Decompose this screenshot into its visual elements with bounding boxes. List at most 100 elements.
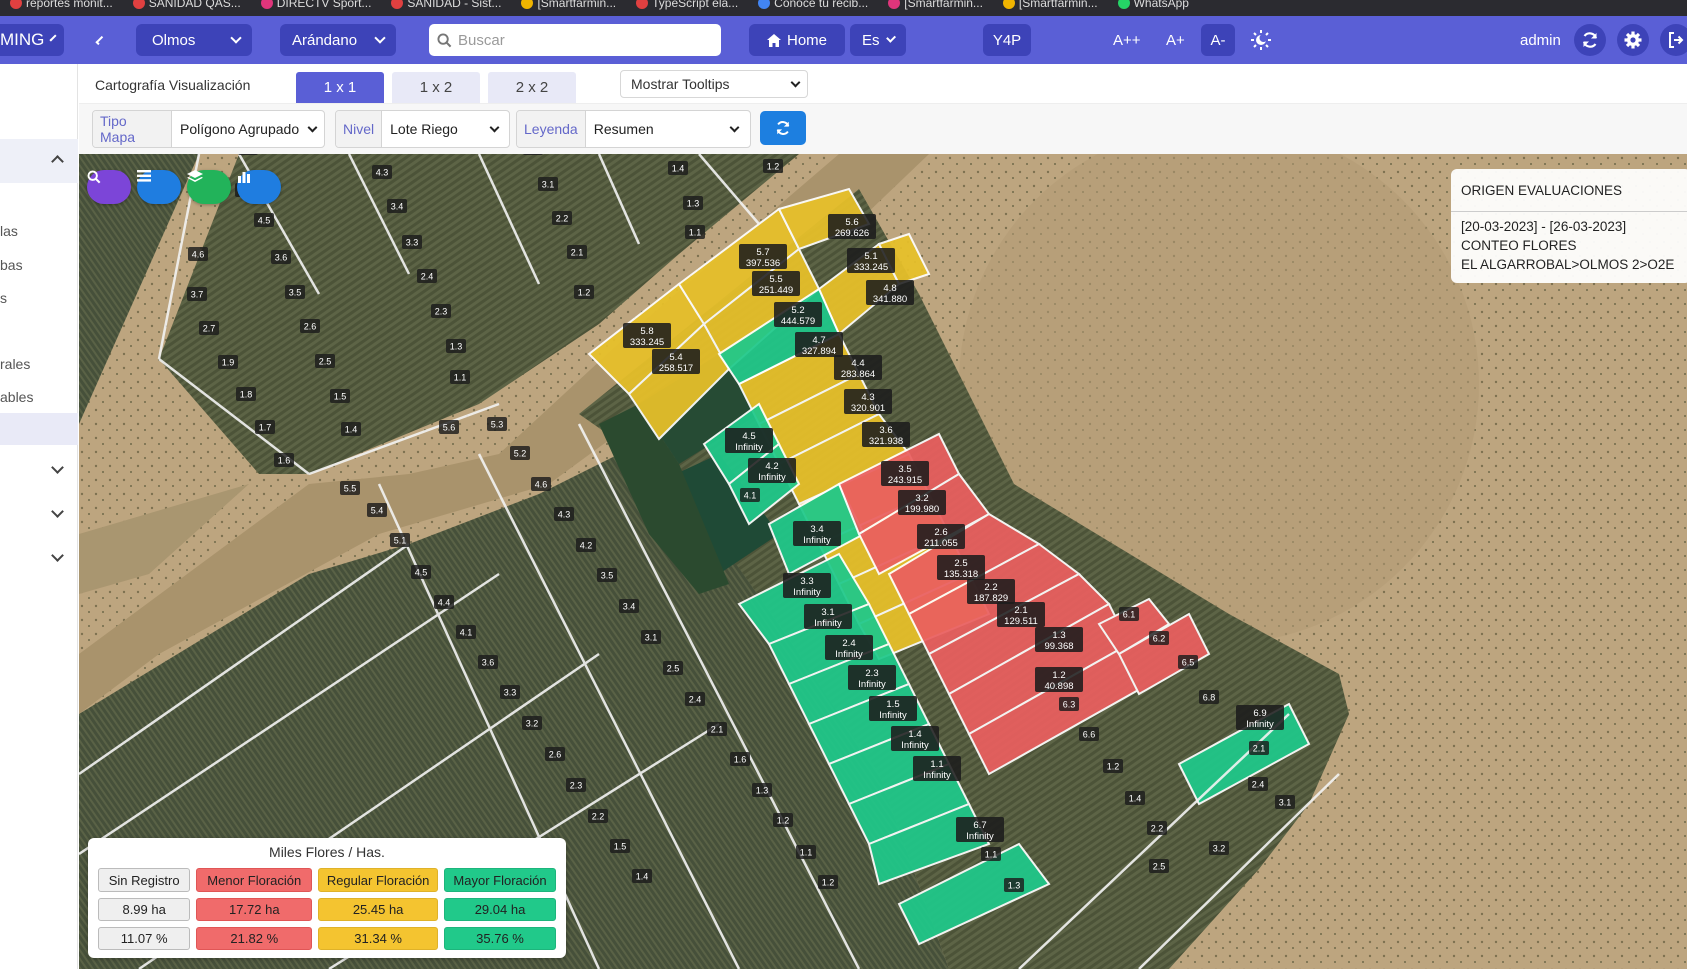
map-list-button[interactable] <box>137 170 181 204</box>
lot-id-label[interactable]: 4.4 <box>434 595 454 609</box>
lot-value-label[interactable]: 3.6321.938 <box>862 422 910 447</box>
search-input[interactable] <box>458 31 708 49</box>
lot-value-label[interactable]: 5.1333.245 <box>847 248 895 273</box>
lot-id-label[interactable]: 2.6 <box>300 319 320 333</box>
lot-id-label[interactable]: 5.3 <box>487 417 507 431</box>
lot-id-label[interactable]: 6.5 <box>1178 655 1198 669</box>
lot-id-label[interactable]: 5.2 <box>510 446 530 460</box>
lot-id-label[interactable]: 2.1 <box>567 245 587 259</box>
lot-id-label[interactable]: 3.1 <box>1275 795 1295 809</box>
lot-value-label[interactable]: 2.5135.318 <box>937 555 985 580</box>
lot-id-label[interactable]: 3.2 <box>1209 841 1229 855</box>
lot-id-label[interactable]: 6.2 <box>1149 631 1169 645</box>
lot-id-label[interactable]: 2.3 <box>566 778 586 792</box>
lot-id-label[interactable]: 2.5 <box>663 661 683 675</box>
lot-value-label[interactable]: 6.7Infinity <box>956 817 1004 842</box>
lot-id-label[interactable]: 2.5 <box>315 354 335 368</box>
lot-id-label[interactable]: 3.2 <box>522 716 542 730</box>
lot-id-label[interactable]: 3.4 <box>619 599 639 613</box>
chevron-down-icon[interactable] <box>51 549 64 562</box>
lot-id-label[interactable]: 1.2 <box>1103 759 1123 773</box>
lot-id-label[interactable]: 1.1 <box>981 847 1001 861</box>
lot-id-label[interactable]: 5.1 <box>390 533 410 547</box>
lot-id-label[interactable]: 1.5 <box>610 839 630 853</box>
lot-id-label[interactable]: 1.3 <box>683 196 703 210</box>
settings-button[interactable] <box>1617 24 1649 56</box>
lot-id-label[interactable]: 1.9 <box>218 355 238 369</box>
lot-value-label[interactable]: 4.3320.901 <box>844 389 892 414</box>
lot-id-label[interactable]: 1.8 <box>236 387 256 401</box>
lot-id-label[interactable]: 3.3 <box>500 685 520 699</box>
lot-id-label[interactable]: 1.3 <box>446 339 466 353</box>
lot-id-label[interactable]: 4.2 <box>576 538 596 552</box>
lot-value-label[interactable]: 2.3Infinity <box>848 665 896 690</box>
lot-id-label[interactable]: 1.1 <box>450 370 470 384</box>
lot-value-label[interactable]: 3.4Infinity <box>793 521 841 546</box>
bookmark-item[interactable]: reportes monit... <box>0 0 123 10</box>
tab-2x2[interactable]: 2 x 2 <box>488 72 576 103</box>
map-chart-button[interactable] <box>237 170 281 204</box>
chevron-down-icon[interactable] <box>51 505 64 518</box>
lot-id-label[interactable]: 2.4 <box>417 269 437 283</box>
lot-value-label[interactable]: 5.7397.536 <box>739 244 787 269</box>
lot-id-label[interactable]: 3.6 <box>478 655 498 669</box>
collapse-sidebar-button[interactable] <box>82 24 114 56</box>
lot-id-label[interactable]: 4.3 <box>372 165 392 179</box>
refresh-map-button[interactable] <box>760 111 806 145</box>
bookmark-item[interactable]: [Smartfarmin... <box>878 0 993 10</box>
y4p-button[interactable]: Y4P <box>983 24 1031 56</box>
lot-value-label[interactable]: 1.4Infinity <box>891 726 939 751</box>
tab-1x2[interactable]: 1 x 2 <box>392 72 480 103</box>
font-size-l-button[interactable]: A+ <box>1166 32 1185 49</box>
sidebar-item[interactable]: las <box>0 223 18 239</box>
lot-value-label[interactable]: 2.1129.511 <box>997 602 1045 627</box>
lot-id-label[interactable]: 6.3 <box>1059 697 1079 711</box>
bookmark-item[interactable]: SANIDAD QAS... <box>123 0 251 10</box>
lot-value-label[interactable]: 5.8333.245 <box>623 323 671 348</box>
lot-id-label[interactable]: 5.6 <box>439 420 459 434</box>
lot-id-label[interactable]: 2.1 <box>1249 741 1269 755</box>
lot-id-label[interactable]: 4.5 <box>411 565 431 579</box>
lot-id-label[interactable]: 3.1 <box>538 177 558 191</box>
lot-id-label[interactable]: 3.7 <box>187 287 207 301</box>
theme-toggle-icon[interactable] <box>1250 29 1272 56</box>
lot-id-label[interactable]: 4.1 <box>456 625 476 639</box>
lot-value-label[interactable]: 1.240.898 <box>1035 667 1083 692</box>
bookmark-item[interactable]: [Smartfarmin... <box>511 0 626 10</box>
font-size-s-button[interactable]: A- <box>1201 24 1235 56</box>
lot-id-label[interactable]: 1.6 <box>730 752 750 766</box>
lot-id-label[interactable]: 1.1 <box>685 225 705 239</box>
level-select[interactable]: Nivel Lote Riego <box>335 110 510 148</box>
lot-id-label[interactable]: 4.3 <box>554 507 574 521</box>
lot-id-label[interactable]: 5.4 <box>367 503 387 517</box>
lot-value-label[interactable]: 3.5243.915 <box>881 461 929 486</box>
bookmark-item[interactable]: WhatsApp <box>1108 0 1199 10</box>
lot-id-label[interactable]: 6.1 <box>1119 607 1139 621</box>
sidebar-item[interactable]: s <box>0 290 7 306</box>
lot-value-label[interactable]: 2.6211.055 <box>917 524 965 549</box>
lot-id-label[interactable]: 1.3 <box>1004 878 1024 892</box>
lot-id-label[interactable]: 1.6 <box>274 453 294 467</box>
lot-id-label[interactable]: 1.2 <box>574 285 594 299</box>
bookmark-item[interactable]: [Smartfarmin... <box>993 0 1108 10</box>
lot-id-label[interactable]: 2.2 <box>1147 821 1167 835</box>
sync-button[interactable] <box>1574 24 1606 56</box>
lot-id-label[interactable]: 2.4 <box>1248 777 1268 791</box>
lot-id-label[interactable]: 3.5 <box>597 568 617 582</box>
lot-value-label[interactable]: 3.1Infinity <box>804 604 852 629</box>
legend-select[interactable]: Leyenda Resumen <box>516 110 751 148</box>
lot-id-label[interactable]: 1.4 <box>668 161 688 175</box>
lot-id-label[interactable]: 3.5 <box>285 285 305 299</box>
bookmark-item[interactable]: TypeScript ela... <box>626 0 748 10</box>
lot-id-label[interactable]: 2.4 <box>685 692 705 706</box>
lot-id-label[interactable]: 3.3 <box>402 235 422 249</box>
sidebar-item-active[interactable] <box>0 413 78 445</box>
map-search-button[interactable] <box>87 170 131 204</box>
lot-value-label[interactable]: 2.2187.829 <box>967 579 1015 604</box>
lot-id-label[interactable]: 2.2 <box>552 211 572 225</box>
lot-id-label[interactable]: 1.7 <box>255 420 275 434</box>
language-select[interactable]: Es <box>850 24 906 56</box>
lot-id-label[interactable]: 2.6 <box>545 747 565 761</box>
lot-id-label[interactable]: 1.5 <box>330 389 350 403</box>
map-view[interactable]: 5.1 3.2 1.4 1.2 4.3 3.1 1.3 4.7 3.4 2.2 1.1 4.5 4.6 3… <box>79 154 1687 969</box>
